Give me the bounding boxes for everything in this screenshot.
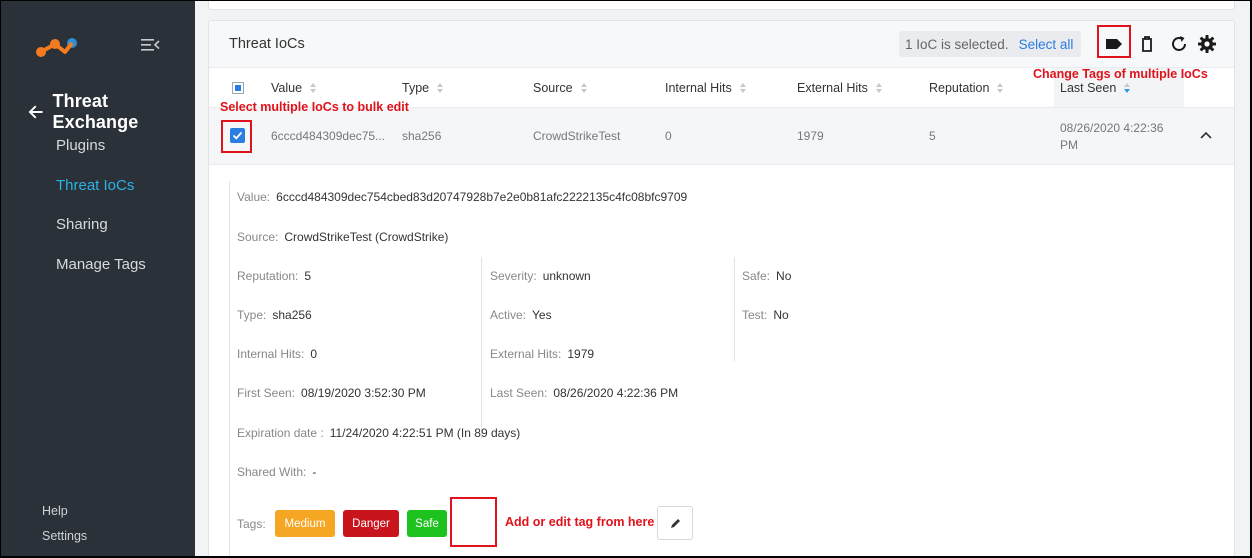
tag-medium[interactable]: Medium <box>275 510 335 537</box>
cell-reputation: 5 <box>929 129 936 143</box>
select-all-link[interactable]: Select all <box>1019 37 1074 52</box>
detail-expiration-date: Expiration date :11/24/2020 4:22:51 PM (… <box>237 426 521 440</box>
sidebar: Threat Exchange Plugins Threat IoCs Shar… <box>1 1 195 556</box>
detail-reputation: Reputation: 5 <box>237 269 312 283</box>
annotation-box-tag-button <box>1097 25 1131 58</box>
cell-source: CrowdStrikeTest <box>533 129 621 143</box>
column-header-reputation[interactable]: Reputation <box>929 81 1004 95</box>
cell-last-seen: 08/26/2020 4:22:36 PM <box>1060 121 1164 152</box>
cell-type: sha256 <box>402 129 442 143</box>
details-divider <box>734 257 735 361</box>
column-header-last-seen[interactable]: Last Seen <box>1060 81 1131 95</box>
annotation-bulk-select: Select multiple IoCs to bulk edit <box>220 100 409 114</box>
selection-status: 1 IoC is selected. Select all <box>899 31 1082 57</box>
column-header-external-hits[interactable]: External Hits <box>797 81 883 95</box>
column-header-type[interactable]: Type <box>402 81 444 95</box>
previous-card <box>208 1 1235 10</box>
arrow-left-icon <box>28 105 43 119</box>
tag-danger[interactable]: Danger <box>343 510 399 537</box>
refresh-icon[interactable] <box>1169 34 1189 54</box>
back-to-threat-exchange[interactable]: Threat Exchange <box>27 91 195 133</box>
pencil-icon <box>671 519 680 528</box>
column-header-source[interactable]: Source <box>533 81 588 95</box>
detail-source: Source: CrowdStrikeTest (CrowdStrike) <box>237 230 449 244</box>
detail-external-hits: External Hits: 1979 <box>490 347 595 361</box>
annotation-add-edit-tag: Add or edit tag from here <box>505 515 655 529</box>
detail-internal-hits: Internal Hits: 0 <box>237 347 318 361</box>
select-all-checkbox[interactable] <box>232 82 244 94</box>
sidebar-item-manage-tags[interactable]: Manage Tags <box>56 256 146 273</box>
detail-shared-with: Shared With: - <box>237 465 317 479</box>
collapse-menu-icon[interactable] <box>141 37 161 53</box>
column-header-value[interactable]: Value <box>271 81 317 95</box>
cell-internal-hits: 0 <box>665 129 672 143</box>
sidebar-item-plugins[interactable]: Plugins <box>56 137 105 154</box>
selection-text: 1 IoC is selected. <box>905 36 1009 52</box>
gear-icon[interactable] <box>1197 34 1217 54</box>
detail-test: Test: No <box>742 308 789 322</box>
details-divider <box>481 257 482 439</box>
detail-active: Active: Yes <box>490 308 552 322</box>
card-title: Threat IoCs <box>229 36 305 52</box>
netskope-logo-icon <box>36 38 77 57</box>
edit-tags-button[interactable] <box>657 506 693 540</box>
detail-value: Value: 6cccd484309dec754cbed83d20747928b7… <box>237 190 688 204</box>
sidebar-item-sharing[interactable]: Sharing <box>56 216 108 233</box>
annotation-change-tags: Change Tags of multiple IoCs <box>1033 67 1208 81</box>
detail-safe: Safe: No <box>742 269 792 283</box>
tag-safe[interactable]: Safe <box>407 510 447 537</box>
sidebar-item-threat-iocs[interactable]: Threat IoCs <box>56 177 134 194</box>
column-header-internal-hits[interactable]: Internal Hits <box>665 81 747 95</box>
chevron-up-icon[interactable] <box>1200 131 1212 139</box>
detail-tags-label: Tags: <box>237 517 266 531</box>
annotation-box-row-checkbox <box>221 120 252 153</box>
details-left-rule <box>229 181 230 556</box>
detail-last-seen: Last Seen: 08/26/2020 4:22:36 PM <box>490 386 679 400</box>
card-header: Threat IoCs 1 IoC is selected. Select al… <box>209 21 1234 68</box>
detail-type: Type: sha256 <box>237 308 312 322</box>
back-label: Threat Exchange <box>52 91 139 132</box>
app-window: Threat Exchange Plugins Threat IoCs Shar… <box>1 1 1250 556</box>
cell-value: 6cccd484309dec75... <box>271 129 386 143</box>
annotation-box-edit-tags <box>450 497 497 547</box>
detail-severity: Severity: unknown <box>490 269 591 283</box>
sidebar-item-settings[interactable]: Settings <box>42 529 87 543</box>
cell-external-hits: 1979 <box>797 129 824 143</box>
sidebar-item-help[interactable]: Help <box>42 504 68 518</box>
trash-icon[interactable] <box>1137 34 1157 54</box>
detail-first-seen: First Seen: 08/19/2020 3:52:30 PM <box>237 386 426 400</box>
